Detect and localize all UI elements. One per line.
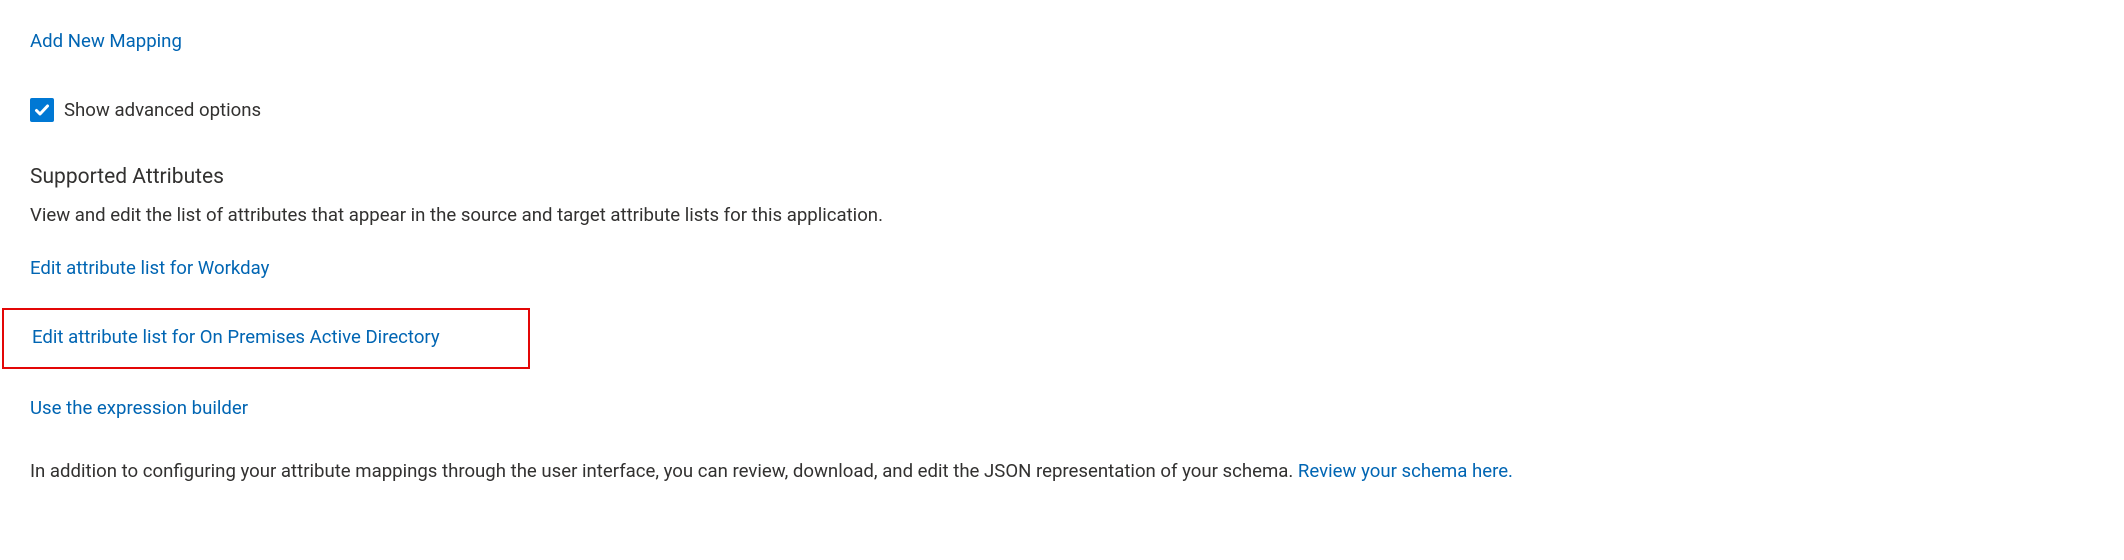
attribute-links-list: Edit attribute list for Workday Edit att… <box>30 255 2094 422</box>
show-advanced-options-label: Show advanced options <box>64 97 261 124</box>
footer-text: In addition to configuring your attribut… <box>30 458 2094 485</box>
supported-attributes-description: View and edit the list of attributes tha… <box>30 202 2094 229</box>
highlighted-link-box: Edit attribute list for On Premises Acti… <box>2 308 530 369</box>
use-expression-builder-link[interactable]: Use the expression builder <box>30 395 248 422</box>
footer-text-prefix: In addition to configuring your attribut… <box>30 460 1298 482</box>
edit-attribute-list-on-prem-ad-link[interactable]: Edit attribute list for On Premises Acti… <box>32 326 440 348</box>
add-new-mapping-link[interactable]: Add New Mapping <box>30 28 182 55</box>
show-advanced-options-checkbox[interactable] <box>30 98 54 122</box>
edit-attribute-list-workday-link[interactable]: Edit attribute list for Workday <box>30 255 269 282</box>
checkmark-icon <box>34 102 50 118</box>
review-schema-link[interactable]: Review your schema here. <box>1298 460 1513 482</box>
show-advanced-options-row: Show advanced options <box>30 97 2094 124</box>
supported-attributes-heading: Supported Attributes <box>30 162 2094 192</box>
